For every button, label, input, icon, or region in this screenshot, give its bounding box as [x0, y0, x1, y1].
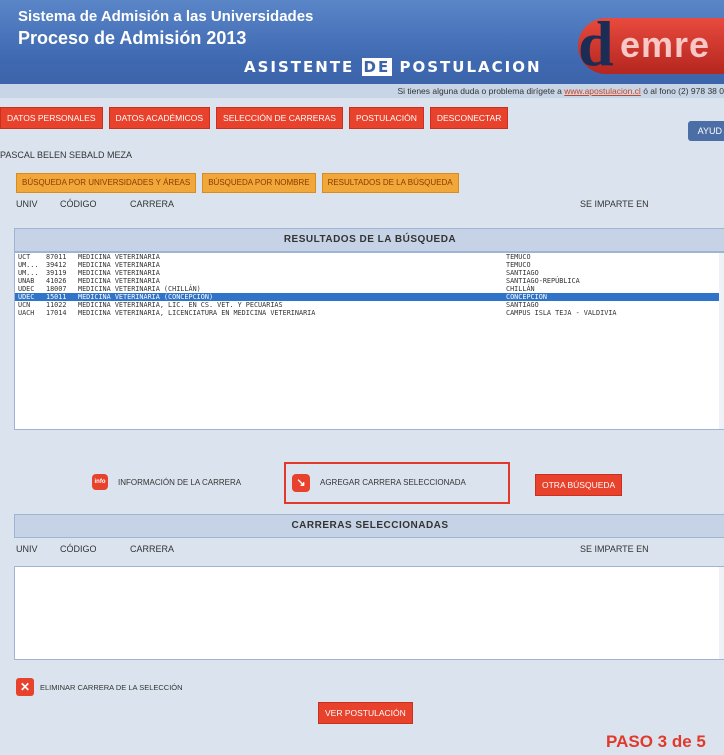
result-place: TEMUCO — [506, 261, 531, 269]
result-univ: UDEC — [18, 293, 35, 301]
system-title: Sistema de Admisión a las Universidades — [18, 8, 314, 25]
result-place: SANTIAGO — [506, 301, 539, 309]
help-button[interactable]: AYUD — [687, 121, 724, 141]
results-scrollbar[interactable] — [719, 253, 724, 429]
selected-list[interactable] — [14, 566, 724, 660]
nav-seleccion-carreras[interactable]: SELECCIÓN DE CARRERAS — [216, 107, 343, 129]
sel-col-codigo: CÓDIGO — [60, 544, 97, 554]
result-row[interactable]: UM... 39119 MEDICINA VETERINARIA SANTIAGO — [15, 269, 724, 277]
result-place: TEMUCO — [506, 253, 531, 261]
result-code: 39119 — [46, 269, 67, 277]
nav-desconectar[interactable]: DESCONECTAR — [429, 107, 509, 129]
info-icon[interactable]: info — [92, 474, 108, 490]
col-imparte: SE IMPARTE EN — [580, 199, 649, 209]
result-code: 15011 — [46, 293, 67, 301]
help-contact-line: Si tienes alguna duda o problema diríget… — [0, 84, 724, 98]
result-name: MEDICINA VETERINARIA — [78, 269, 160, 277]
sel-col-imparte: SE IMPARTE EN — [580, 544, 649, 554]
result-name: MEDICINA VETERINARIA (CONCEPCION) — [78, 293, 214, 301]
result-univ: UDEC — [18, 285, 35, 293]
selected-title: CARRERAS SELECCIONADAS — [14, 514, 724, 538]
result-univ: UM... — [18, 269, 39, 277]
other-search-button[interactable]: OTRA BÚSQUEDA — [535, 474, 623, 496]
result-name: MEDICINA VETERINARIA — [78, 277, 160, 285]
result-code: 87011 — [46, 253, 67, 261]
result-code: 17014 — [46, 309, 67, 317]
result-place: SANTIAGO — [506, 269, 539, 277]
demre-logo: d emre — [578, 18, 724, 74]
assistant-title: ASISTENTE DE POSTULACION — [244, 58, 542, 76]
remove-career-link[interactable]: ELIMINAR CARRERA DE LA SELECCIÓN — [40, 683, 183, 692]
col-univ: UNIV — [16, 199, 38, 209]
result-row[interactable]: UCT 87011 MEDICINA VETERINARIA TEMUCO — [15, 253, 724, 261]
results-title: RESULTADOS DE LA BÚSQUEDA — [14, 228, 724, 252]
add-arrow-icon[interactable]: ↘ — [292, 474, 310, 492]
selected-scrollbar[interactable] — [719, 567, 724, 659]
result-univ: UCT — [18, 253, 31, 261]
result-place: CAMPUS ISLA TEJA - VALDIVIA — [506, 309, 617, 317]
career-info-link[interactable]: INFORMACIÓN DE LA CARRERA — [118, 478, 241, 487]
result-name: MEDICINA VETERINARIA (CHILLÁN) — [78, 285, 201, 293]
nav-datos-academicos[interactable]: DATOS ACADÉMICOS — [108, 107, 211, 129]
result-row[interactable]: UDEC 15011 MEDICINA VETERINARIA (CONCEPCIO… — [15, 293, 724, 301]
view-application-button[interactable]: VER POSTULACIÓN — [318, 702, 413, 724]
sel-col-carrera: CARRERA — [130, 544, 175, 554]
result-code: 41026 — [46, 277, 67, 285]
col-carrera: CARRERA — [130, 199, 175, 209]
result-place: CHILLÁN — [506, 285, 535, 293]
result-univ: UCN — [18, 301, 31, 309]
result-name: MEDICINA VETERINARIA, LIC. EN CS. VET. Y… — [78, 301, 283, 309]
result-univ: UNAB — [18, 277, 35, 285]
result-name: MEDICINA VETERINARIA — [78, 261, 160, 269]
sel-col-univ: UNIV — [16, 544, 38, 554]
result-name: MEDICINA VETERINARIA, LICENCIATURA EN ME… — [78, 309, 316, 317]
tab-search-results[interactable]: RESULTADOS DE LA BÚSQUEDA — [321, 173, 459, 193]
tab-search-by-name[interactable]: BÚSQUEDA POR NOMBRE — [202, 173, 316, 193]
close-icon[interactable]: ✕ — [16, 678, 34, 696]
result-univ: UM... — [18, 261, 39, 269]
result-name: MEDICINA VETERINARIA — [78, 253, 160, 261]
main-nav: DATOS PERSONALES DATOS ACADÉMICOS SELECC… — [0, 107, 509, 129]
process-title: Proceso de Admisión 2013 — [18, 28, 247, 48]
result-place: SANTIAGO-REPÚBLICA — [506, 277, 580, 285]
nav-datos-personales[interactable]: DATOS PERSONALES — [0, 107, 103, 129]
result-place: CONCEPCION — [506, 293, 547, 301]
tab-search-by-university[interactable]: BÚSQUEDA POR UNIVERSIDADES Y ÁREAS — [16, 173, 197, 193]
step-indicator: PASO 3 de 5 — [606, 732, 706, 751]
results-list[interactable]: UCT 87011 MEDICINA VETERINARIA TEMUCO UM... 3… — [14, 252, 724, 430]
col-codigo: CÓDIGO — [60, 199, 97, 209]
result-row[interactable]: UACH 17014 MEDICINA VETERINARIA, LICENCIAT… — [15, 309, 724, 317]
result-univ: UACH — [18, 309, 35, 317]
result-code: 11022 — [46, 301, 67, 309]
result-row[interactable]: UCN 11022 MEDICINA VETERINARIA, LIC. EN CS… — [15, 301, 724, 309]
nav-postulacion[interactable]: POSTULACIÓN — [348, 107, 424, 129]
result-row[interactable]: UDEC 18007 MEDICINA VETERINARIA (CHILLÁN) C… — [15, 285, 724, 293]
result-code: 18007 — [46, 285, 67, 293]
help-link[interactable]: www.apostulacion.cl — [564, 86, 641, 96]
result-code: 39412 — [46, 261, 67, 269]
user-name: PASCAL BELEN SEBALD MEZA — [0, 150, 133, 160]
add-career-button[interactable]: AGREGAR CARRERA SELECCIONADA — [320, 478, 466, 487]
search-tabs: BÚSQUEDA POR UNIVERSIDADES Y ÁREAS BÚSQU… — [16, 173, 459, 193]
result-row[interactable]: UM... 39412 MEDICINA VETERINARIA TEMUCO — [15, 261, 724, 269]
result-row[interactable]: UNAB 41026 MEDICINA VETERINARIA SANTIAGO-RE… — [15, 277, 724, 285]
